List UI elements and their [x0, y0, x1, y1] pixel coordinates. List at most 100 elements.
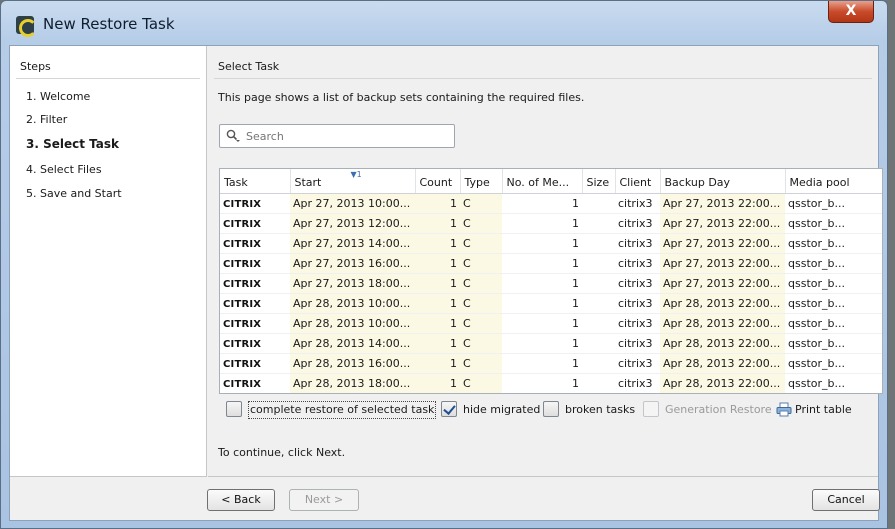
citrix-logo-icon: CITRIX: [223, 358, 262, 370]
column-header-backup-day[interactable]: Backup Day: [660, 169, 786, 194]
task-cell: CITRIX: [220, 333, 290, 354]
complete-restore-checkbox[interactable]: [226, 401, 242, 417]
type-cell: C: [460, 273, 502, 294]
column-header-client[interactable]: Client: [615, 169, 661, 194]
media-count-cell: 1: [502, 253, 582, 274]
column-header-count[interactable]: Count: [415, 169, 461, 194]
complete-restore-label[interactable]: complete restore of selected task: [248, 401, 437, 419]
hide-migrated-option[interactable]: hide migrated: [441, 401, 541, 421]
next-button: Next >: [289, 489, 359, 511]
table-row[interactable]: CITRIX Apr 28, 2013 14:00... 1 C 1 citrix3 Apr…: [220, 333, 882, 354]
window-title: New Restore Task: [43, 15, 175, 33]
search-input[interactable]: [244, 128, 444, 144]
media-pool-cell: qsstor_b...: [785, 373, 882, 393]
citrix-logo-icon: CITRIX: [223, 318, 262, 330]
count-cell: 1: [415, 373, 460, 393]
backup-day-cell: Apr 27, 2013 22:00...: [660, 273, 785, 294]
table-row[interactable]: CITRIX Apr 28, 2013 18:00... 1 C 1 citrix3 Apr…: [220, 373, 882, 393]
client-cell: citrix3: [615, 293, 660, 314]
broken-tasks-checkbox[interactable]: [543, 401, 559, 417]
backup-sets-table[interactable]: Task ▼1 Start Count Type No. of Me... Siz…: [219, 168, 883, 394]
generation-restore-label: Generation Restore: [665, 403, 772, 416]
close-button[interactable]: X: [828, 1, 874, 23]
hide-migrated-label[interactable]: hide migrated: [463, 401, 540, 419]
column-header-type[interactable]: Type: [460, 169, 503, 194]
print-table-label[interactable]: Print table: [795, 401, 852, 419]
printer-icon: [776, 402, 792, 417]
client-cell: citrix3: [615, 333, 660, 354]
media-pool-cell: qsstor_b...: [785, 313, 882, 334]
broken-tasks-label[interactable]: broken tasks: [565, 401, 635, 419]
table-row[interactable]: CITRIX Apr 27, 2013 16:00... 1 C 1 citrix3 Apr…: [220, 253, 882, 274]
backup-day-cell: Apr 27, 2013 22:00...: [660, 213, 785, 234]
backup-day-cell: Apr 28, 2013 22:00...: [660, 293, 785, 314]
type-cell: C: [460, 313, 502, 334]
column-header-media-pool[interactable]: Media pool: [785, 169, 882, 194]
column-header-size[interactable]: Size: [582, 169, 616, 194]
start-cell: Apr 27, 2013 14:00...: [290, 233, 415, 254]
table-row[interactable]: CITRIX Apr 27, 2013 10:00... 1 C 1 citrix3 Apr…: [220, 193, 882, 214]
backup-day-cell: Apr 28, 2013 22:00...: [660, 373, 785, 393]
type-cell: C: [460, 373, 502, 393]
start-cell: Apr 28, 2013 16:00...: [290, 353, 415, 374]
page-title: Select Task: [218, 60, 280, 73]
start-cell: Apr 28, 2013 10:00...: [290, 313, 415, 334]
table-row[interactable]: CITRIX Apr 27, 2013 12:00... 1 C 1 citrix3 Apr…: [220, 213, 882, 234]
table-row[interactable]: CITRIX Apr 27, 2013 18:00... 1 C 1 citrix3 Apr…: [220, 273, 882, 294]
table-row[interactable]: CITRIX Apr 27, 2013 14:00... 1 C 1 citrix3 Apr…: [220, 233, 882, 254]
media-count-cell: 1: [502, 353, 582, 374]
continue-hint: To continue, click Next.: [218, 446, 346, 459]
backup-day-cell: Apr 27, 2013 22:00...: [660, 253, 785, 274]
table-body: CITRIX Apr 27, 2013 10:00... 1 C 1 citrix3 Apr…: [220, 193, 882, 393]
column-header-task[interactable]: Task: [220, 169, 291, 194]
search-box[interactable]: [219, 124, 455, 148]
backup-day-cell: Apr 27, 2013 22:00...: [660, 193, 785, 214]
size-cell: [582, 253, 615, 274]
size-cell: [582, 293, 615, 314]
complete-restore-option[interactable]: complete restore of selected task: [226, 401, 437, 421]
media-count-cell: 1: [502, 273, 582, 294]
cancel-button[interactable]: Cancel: [812, 489, 880, 511]
media-pool-cell: qsstor_b...: [785, 273, 882, 294]
type-cell: C: [460, 233, 502, 254]
search-icon[interactable]: [226, 129, 240, 143]
task-cell: CITRIX: [220, 233, 290, 254]
column-header-start[interactable]: ▼1 Start: [290, 169, 416, 194]
count-cell: 1: [415, 293, 460, 314]
start-cell: Apr 27, 2013 12:00...: [290, 213, 415, 234]
media-pool-cell: qsstor_b...: [785, 333, 882, 354]
task-cell: CITRIX: [220, 373, 290, 393]
wizard-body: Steps 1. Welcome 2. Filter 3. Select Tas…: [9, 45, 883, 521]
broken-tasks-option[interactable]: broken tasks: [543, 401, 641, 421]
task-cell: CITRIX: [220, 293, 290, 314]
size-cell: [582, 273, 615, 294]
restore-task-window: New Restore Task X Steps 1. Welcome 2. F…: [0, 0, 888, 529]
table-row[interactable]: CITRIX Apr 28, 2013 10:00... 1 C 1 citrix3 Apr…: [220, 293, 882, 314]
type-cell: C: [460, 353, 502, 374]
step-select-files: 4. Select Files: [26, 163, 102, 176]
media-pool-cell: qsstor_b...: [785, 193, 882, 214]
media-count-cell: 1: [502, 233, 582, 254]
steps-panel: Steps 1. Welcome 2. Filter 3. Select Tas…: [10, 46, 207, 477]
media-pool-cell: qsstor_b...: [785, 233, 882, 254]
client-cell: citrix3: [615, 213, 660, 234]
title-bar[interactable]: New Restore Task X: [1, 1, 887, 41]
table-row[interactable]: CITRIX Apr 28, 2013 16:00... 1 C 1 citrix3 Apr…: [220, 353, 882, 374]
type-cell: C: [460, 293, 502, 314]
backup-day-cell: Apr 28, 2013 22:00...: [660, 353, 785, 374]
task-cell: CITRIX: [220, 273, 290, 294]
task-cell: CITRIX: [220, 193, 290, 214]
type-cell: C: [460, 253, 502, 274]
start-cell: Apr 28, 2013 14:00...: [290, 333, 415, 354]
type-cell: C: [460, 333, 502, 354]
start-cell: Apr 28, 2013 10:00...: [290, 293, 415, 314]
back-button[interactable]: < Back: [207, 489, 275, 511]
table-row[interactable]: CITRIX Apr 28, 2013 10:00... 1 C 1 citrix3 Apr…: [220, 313, 882, 334]
start-cell: Apr 27, 2013 16:00...: [290, 253, 415, 274]
task-cell: CITRIX: [220, 253, 290, 274]
column-header-no-of-media[interactable]: No. of Me...: [502, 169, 583, 194]
hide-migrated-checkbox[interactable]: [441, 401, 457, 417]
print-table-button[interactable]: Print table: [776, 401, 858, 421]
count-cell: 1: [415, 273, 460, 294]
size-cell: [582, 193, 615, 214]
